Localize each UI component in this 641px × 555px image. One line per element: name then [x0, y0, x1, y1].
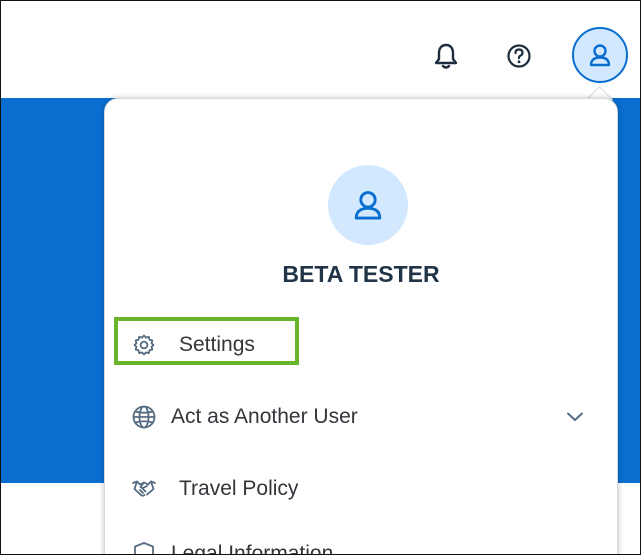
handshake-icon	[131, 476, 157, 502]
shield-icon	[131, 541, 157, 554]
help-icon	[507, 44, 531, 68]
app-window: BETA TESTER Settings Act as Another User…	[0, 0, 641, 555]
user-icon	[354, 191, 382, 220]
profile-avatar	[328, 165, 408, 245]
gear-icon	[131, 332, 157, 358]
notifications-button[interactable]	[429, 39, 463, 73]
globe-icon	[131, 404, 157, 430]
menu-item-legal-information[interactable]: Legal Information	[105, 531, 617, 555]
menu-item-act-as-another-user[interactable]: Act as Another User	[105, 394, 617, 440]
bell-icon	[434, 43, 458, 69]
menu-item-travel-policy[interactable]: Travel Policy	[105, 466, 617, 512]
help-button[interactable]	[502, 39, 536, 73]
menu-item-label: Legal Information	[171, 542, 334, 555]
profile-menu: BETA TESTER Settings Act as Another User…	[104, 98, 618, 555]
menu-item-settings[interactable]: Settings	[105, 322, 617, 368]
chevron-down-icon[interactable]	[565, 407, 585, 427]
menu-item-label: Act as Another User	[171, 405, 358, 428]
menu-item-label: Travel Policy	[179, 477, 299, 500]
user-avatar-button[interactable]	[572, 27, 628, 83]
top-bar	[1, 1, 640, 98]
profile-user-name: BETA TESTER	[282, 261, 440, 287]
menu-item-label: Settings	[179, 333, 255, 356]
user-icon	[589, 44, 611, 67]
